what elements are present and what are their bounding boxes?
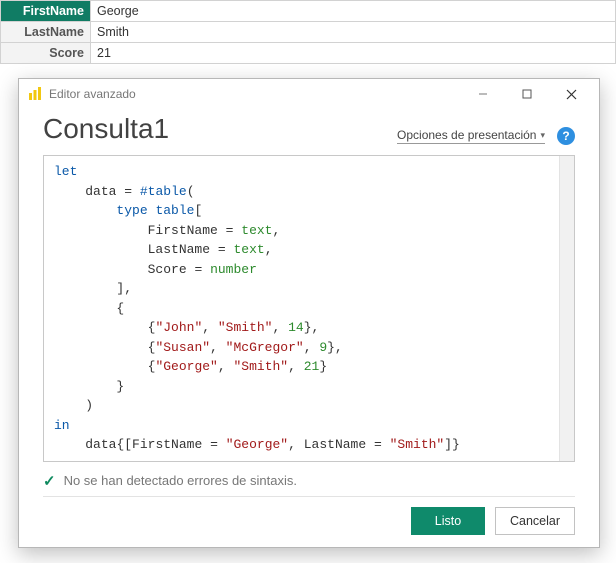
help-icon[interactable]: ? — [557, 127, 575, 145]
code-editor[interactable]: let data = #table( type table[ FirstName… — [43, 155, 575, 462]
record-val: George — [91, 1, 616, 22]
record-key: LastName — [1, 22, 91, 43]
done-button[interactable]: Listo — [411, 507, 485, 535]
maximize-button[interactable] — [505, 79, 549, 109]
powerbi-icon — [27, 86, 43, 102]
record-val: Smith — [91, 22, 616, 43]
table-row: LastName Smith — [1, 22, 616, 43]
syntax-status: ✓ No se han detectado errores de sintaxi… — [43, 472, 575, 490]
divider — [43, 496, 575, 497]
record-key: Score — [1, 43, 91, 64]
record-grid: FirstName George LastName Smith Score 21 — [0, 0, 616, 64]
chevron-down-icon: ▾ — [540, 130, 545, 141]
record-key: FirstName — [1, 1, 91, 22]
dialog-title: Editor avanzado — [49, 87, 136, 101]
check-icon: ✓ — [43, 472, 56, 490]
dialog-titlebar: Editor avanzado — [19, 79, 599, 109]
table-row: Score 21 — [1, 43, 616, 64]
presentation-options-dropdown[interactable]: Opciones de presentación ▾ — [397, 128, 545, 144]
advanced-editor-dialog: Editor avanzado Consulta1 Opciones de pr… — [18, 78, 600, 548]
status-text: No se han detectado errores de sintaxis. — [64, 473, 297, 488]
cancel-button[interactable]: Cancelar — [495, 507, 575, 535]
record-val: 21 — [91, 43, 616, 64]
minimize-button[interactable] — [461, 79, 505, 109]
query-name: Consulta1 — [43, 113, 169, 145]
table-row: FirstName George — [1, 1, 616, 22]
presentation-label: Opciones de presentación — [397, 128, 536, 142]
close-button[interactable] — [549, 79, 593, 109]
